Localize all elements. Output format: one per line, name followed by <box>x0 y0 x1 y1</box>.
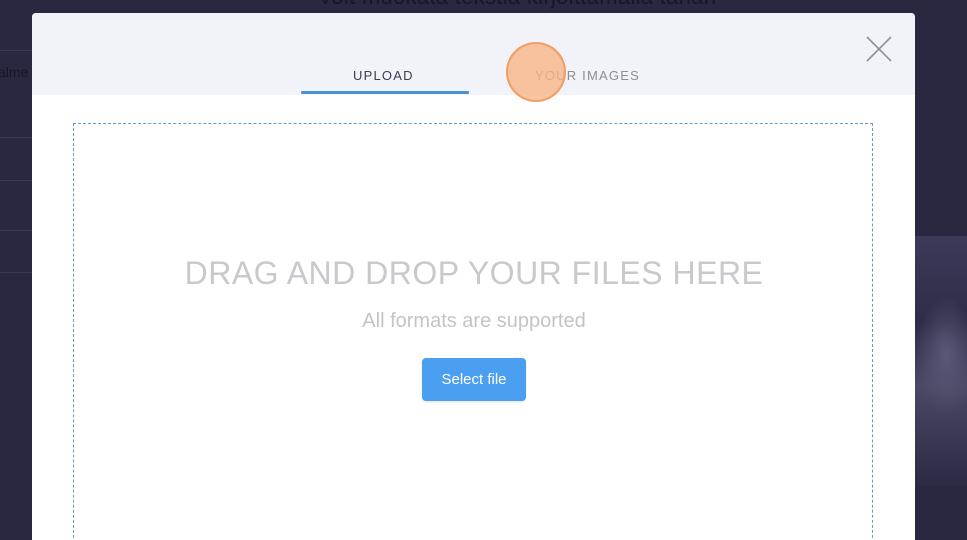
file-dropzone[interactable]: DRAG AND DROP YOUR FILES HERE All format… <box>73 123 873 540</box>
background-divider <box>0 180 32 181</box>
background-divider <box>0 50 32 51</box>
modal-header: UPLOAD YOUR IMAGES <box>32 13 915 95</box>
background-divider <box>0 137 32 138</box>
tab-upload[interactable]: UPLOAD <box>353 68 414 83</box>
background-divider <box>0 230 32 231</box>
dropzone-subtitle: All formats are supported <box>362 310 586 332</box>
tab-your-images[interactable]: YOUR IMAGES <box>535 68 640 83</box>
background-heading: voit muokata tekstiä kirjoittamalla tähä… <box>320 0 716 10</box>
active-tab-indicator <box>301 91 469 94</box>
background-image <box>915 236 967 486</box>
upload-modal: UPLOAD YOUR IMAGES DRAG AND DROP YOUR FI… <box>32 13 915 540</box>
select-file-button[interactable]: Select file <box>422 358 526 401</box>
background-side-text: alme <box>0 64 29 80</box>
background-divider <box>0 272 32 273</box>
close-icon <box>866 36 892 62</box>
dropzone-title: DRAG AND DROP YOUR FILES HERE <box>184 255 764 291</box>
close-button[interactable] <box>864 34 894 64</box>
